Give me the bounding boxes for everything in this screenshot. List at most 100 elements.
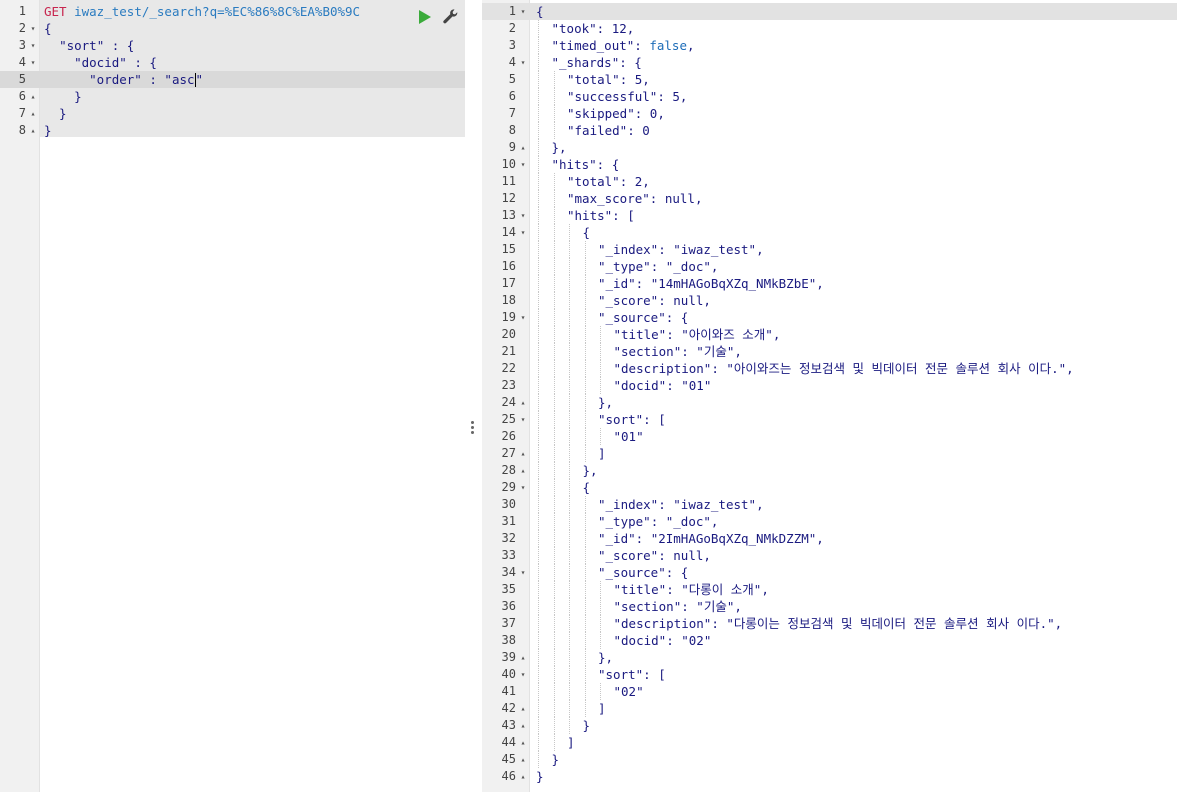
request-line-content[interactable]: } xyxy=(44,105,67,122)
request-line-7[interactable]: 7 ▴ } xyxy=(0,105,465,122)
fold-toggle-icon[interactable]: ▴ xyxy=(518,649,528,666)
response-line-content[interactable]: "total": 2, xyxy=(567,173,650,190)
response-line-content[interactable]: ] xyxy=(598,700,606,717)
response-line-content[interactable]: "hits": [ xyxy=(567,207,635,224)
response-line[interactable]: 16 "_type": "_doc", xyxy=(482,258,1177,275)
response-line[interactable]: 28 ▴}, xyxy=(482,462,1177,479)
response-code-lines[interactable]: 1 ▾{2 "took": 12, 3 "timed_out": false, 4 ▾ "_s… xyxy=(482,3,1177,785)
response-line[interactable]: 12 "max_score": null, xyxy=(482,190,1177,207)
fold-toggle-icon[interactable]: ▾ xyxy=(28,54,38,71)
response-line-content[interactable]: "docid": "01" xyxy=(614,377,712,394)
response-line[interactable]: 3 "timed_out": false, xyxy=(482,37,1177,54)
response-line[interactable]: 35 "title": "다롱이 소개", xyxy=(482,581,1177,598)
response-line[interactable]: 23 "docid": "01" xyxy=(482,377,1177,394)
response-line-content[interactable]: }, xyxy=(583,462,598,479)
response-line[interactable]: 6 "successful": 5, xyxy=(482,88,1177,105)
response-line-content[interactable]: "title": "아이와즈 소개", xyxy=(614,326,781,343)
response-line[interactable]: 2 "took": 12, xyxy=(482,20,1177,37)
response-line-content[interactable]: "_index": "iwaz_test", xyxy=(598,496,764,513)
response-line-content[interactable]: }, xyxy=(552,139,567,156)
response-line[interactable]: 36 "section": "기술", xyxy=(482,598,1177,615)
response-line-content[interactable]: "_index": "iwaz_test", xyxy=(598,241,764,258)
request-line-4[interactable]: 4 ▾ "docid" : { xyxy=(0,54,465,71)
response-line-content[interactable]: } xyxy=(536,768,544,785)
fold-toggle-icon[interactable]: ▾ xyxy=(518,309,528,326)
fold-toggle-icon[interactable]: ▴ xyxy=(518,394,528,411)
fold-toggle-icon[interactable]: ▾ xyxy=(518,54,528,71)
request-line-content[interactable]: { xyxy=(44,20,52,37)
drag-handle-icon[interactable] xyxy=(471,421,475,435)
response-line[interactable]: 14 ▾ { xyxy=(482,224,1177,241)
fold-toggle-icon[interactable]: ▴ xyxy=(28,122,38,139)
request-line-content[interactable]: GET iwaz_test/_search?q=%EC%86%8C%EA%B0%… xyxy=(44,3,360,20)
response-line[interactable]: 4 ▾ "_shards": { xyxy=(482,54,1177,71)
response-line-content[interactable]: "section": "기술", xyxy=(614,343,742,360)
response-line[interactable]: 19 ▾ "_source": { xyxy=(482,309,1177,326)
response-line-content[interactable]: "failed": 0 xyxy=(567,122,650,139)
response-line[interactable]: 31 "_type": "_doc", xyxy=(482,513,1177,530)
response-line[interactable]: 20 "title": "아이와즈 소개", xyxy=(482,326,1177,343)
response-line[interactable]: 8 "failed": 0 xyxy=(482,122,1177,139)
fold-toggle-icon[interactable]: ▴ xyxy=(518,717,528,734)
fold-toggle-icon[interactable]: ▾ xyxy=(518,479,528,496)
response-line[interactable]: 7 "skipped": 0, xyxy=(482,105,1177,122)
fold-toggle-icon[interactable]: ▾ xyxy=(518,207,528,224)
request-line-content[interactable]: } xyxy=(44,122,52,139)
response-line[interactable]: 25 ▾ "sort": [ xyxy=(482,411,1177,428)
response-line[interactable]: 29 ▾ { xyxy=(482,479,1177,496)
response-line[interactable]: 27 ▴] xyxy=(482,445,1177,462)
response-line[interactable]: 33 "_score": null, xyxy=(482,547,1177,564)
response-line-content[interactable]: "_source": { xyxy=(598,564,688,581)
response-line-content[interactable]: "description": "다롱이는 정보검색 및 빅데이터 전문 솔루션 … xyxy=(614,615,1063,632)
request-line-5[interactable]: 5 "order" : "asc" xyxy=(0,71,465,88)
response-line[interactable]: 34 ▾ "_source": { xyxy=(482,564,1177,581)
request-line-1[interactable]: 1 GET iwaz_test/_search?q=%EC%86%8C%EA%B… xyxy=(0,3,465,20)
response-line[interactable]: 45 ▴} xyxy=(482,751,1177,768)
response-line-content[interactable]: "timed_out": false, xyxy=(552,37,695,54)
response-line-content[interactable]: "sort": [ xyxy=(598,666,666,683)
fold-toggle-icon[interactable]: ▾ xyxy=(28,37,38,54)
response-line-content[interactable]: "hits": { xyxy=(552,156,620,173)
fold-toggle-icon[interactable]: ▾ xyxy=(518,3,528,20)
request-editor[interactable]: 1 GET iwaz_test/_search?q=%EC%86%8C%EA%B… xyxy=(0,0,465,792)
response-viewer[interactable]: 1 ▾{2 "took": 12, 3 "timed_out": false, 4 ▾ "_s… xyxy=(482,0,1177,792)
request-line-3[interactable]: 3 ▾ "sort" : { xyxy=(0,37,465,54)
response-line-content[interactable]: { xyxy=(583,224,591,241)
response-line-content[interactable]: "_score": null, xyxy=(598,292,711,309)
response-line-content[interactable]: "description": "아이와즈는 정보검색 및 빅데이터 전문 솔루션… xyxy=(614,360,1074,377)
response-line-content[interactable]: } xyxy=(552,751,560,768)
response-line-content[interactable]: "_source": { xyxy=(598,309,688,326)
response-line[interactable]: 32 "_id": "2ImHAGoBqXZq_NMkDZZM", xyxy=(482,530,1177,547)
response-line[interactable]: 41 "02" xyxy=(482,683,1177,700)
response-line[interactable]: 42 ▴] xyxy=(482,700,1177,717)
response-line[interactable]: 26 "01" xyxy=(482,428,1177,445)
response-line[interactable]: 37 "description": "다롱이는 정보검색 및 빅데이터 전문 솔루… xyxy=(482,615,1177,632)
response-line-content[interactable]: }, xyxy=(598,649,613,666)
fold-toggle-icon[interactable]: ▴ xyxy=(518,139,528,156)
request-line-8[interactable]: 8 ▴ } xyxy=(0,122,465,139)
request-line-2[interactable]: 2 ▾ { xyxy=(0,20,465,37)
response-line-content[interactable]: "successful": 5, xyxy=(567,88,687,105)
fold-toggle-icon[interactable]: ▴ xyxy=(518,751,528,768)
response-line-content[interactable]: "01" xyxy=(614,428,644,445)
response-line[interactable]: 39 ▴}, xyxy=(482,649,1177,666)
response-line[interactable]: 40 ▾ "sort": [ xyxy=(482,666,1177,683)
response-line-content[interactable]: { xyxy=(536,3,544,20)
response-line-content[interactable]: "section": "기술", xyxy=(614,598,742,615)
response-line[interactable]: 30 "_index": "iwaz_test", xyxy=(482,496,1177,513)
response-line-content[interactable]: "max_score": null, xyxy=(567,190,703,207)
response-line-content[interactable]: "02" xyxy=(614,683,644,700)
response-line[interactable]: 15 "_index": "iwaz_test", xyxy=(482,241,1177,258)
response-line[interactable]: 46 ▴} xyxy=(482,768,1177,785)
fold-toggle-icon[interactable]: ▴ xyxy=(28,88,38,105)
response-line-content[interactable]: ] xyxy=(567,734,575,751)
response-line[interactable]: 5 "total": 5, xyxy=(482,71,1177,88)
request-line-content[interactable]: "order" : "asc" xyxy=(44,71,203,88)
request-line-content[interactable]: "docid" : { xyxy=(44,54,157,71)
response-line-content[interactable]: ] xyxy=(598,445,606,462)
response-line[interactable]: 43 ▴} xyxy=(482,717,1177,734)
fold-toggle-icon[interactable]: ▴ xyxy=(518,768,528,785)
response-line-content[interactable]: "_type": "_doc", xyxy=(598,258,718,275)
fold-toggle-icon[interactable]: ▴ xyxy=(28,105,38,122)
request-url[interactable]: iwaz_test/_search?q=%EC%86%8C%EA%B0%9C xyxy=(74,4,360,19)
